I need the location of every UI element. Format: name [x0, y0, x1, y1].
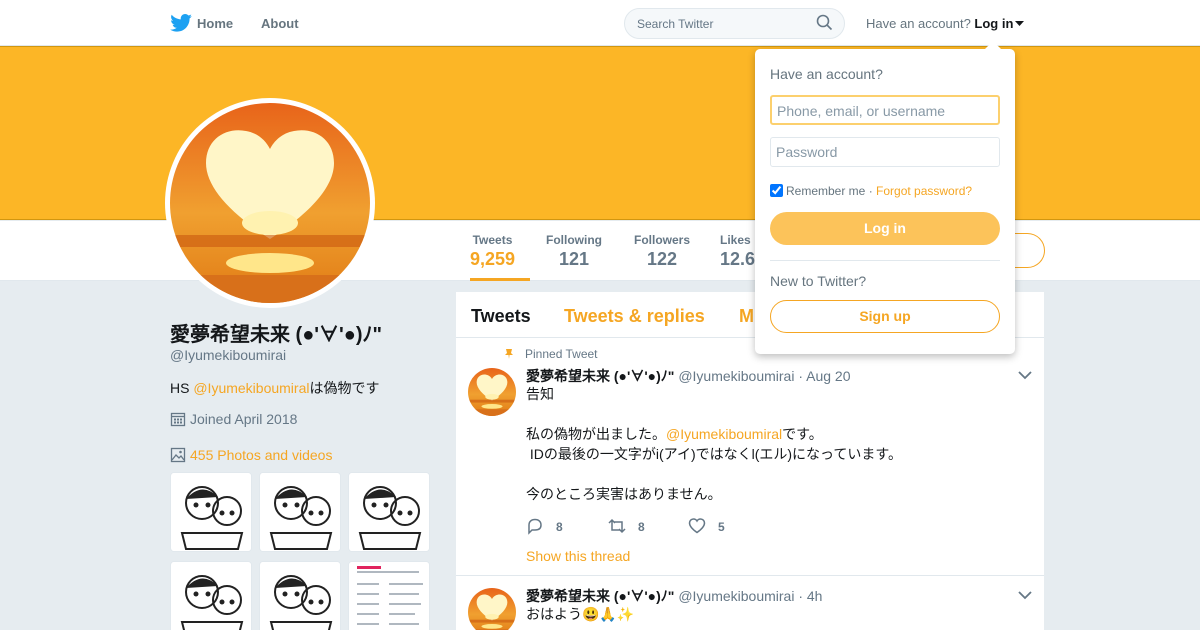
like-count: 5: [718, 520, 725, 534]
tweet-date[interactable]: · 4h: [798, 588, 822, 604]
tweet-line: 告知: [526, 386, 554, 402]
tweet-author-name[interactable]: 愛夢希望未来 (●'∀'●)ﾉ": [526, 588, 674, 604]
manga-image: [171, 562, 252, 630]
pin-icon: [505, 349, 513, 359]
tweet-text: 告知 私の偽物が出ました。@Iyumekiboumiralです。 IDの最後の一…: [526, 384, 902, 504]
joined-text: Joined April 2018: [190, 411, 298, 427]
search-input[interactable]: Search Twitter: [624, 8, 845, 39]
chevron-down-icon[interactable]: [1018, 370, 1032, 380]
pinned-label: Pinned Tweet: [525, 347, 598, 361]
document-image: [349, 562, 429, 630]
tweet-header: 愛夢希望未来 (●'∀'●)ﾉ" @Iyumekiboumirai · 4h: [526, 586, 822, 606]
reply-button[interactable]: 8: [526, 517, 563, 535]
nav-home[interactable]: Home: [197, 16, 233, 31]
reply-count: 8: [556, 520, 563, 534]
heart-icon: [688, 518, 706, 534]
tab-tweets[interactable]: Tweets: [471, 306, 531, 327]
stat-following[interactable]: Following 121: [544, 233, 604, 270]
photo-thumbnail[interactable]: [348, 561, 430, 630]
login-button[interactable]: Log in: [770, 212, 1000, 245]
chevron-down-icon[interactable]: [1018, 590, 1032, 600]
photo-thumbnail[interactable]: [170, 472, 252, 552]
show-thread-link[interactable]: Show this thread: [526, 548, 630, 564]
nav-about[interactable]: About: [261, 16, 299, 31]
image-icon: [170, 447, 186, 463]
account-prompt: Have an account? Log in: [866, 16, 1025, 31]
stat-followers[interactable]: Followers 122: [632, 233, 692, 270]
stat-label: Followers: [633, 233, 690, 247]
retweet-count: 8: [638, 520, 645, 534]
login-link-label: Log in: [974, 16, 1014, 31]
remember-label[interactable]: Remember me: [786, 184, 865, 198]
tab-media[interactable]: M: [739, 306, 754, 327]
new-to-twitter-text: New to Twitter?: [770, 273, 867, 289]
tweet-line: IDの最後の一文字がi(アイ)ではなくl(エル)になっています。: [526, 446, 902, 462]
stat-value: 9,259: [470, 249, 516, 269]
manga-image: [260, 562, 341, 630]
bio-mention-link[interactable]: @Iyumekiboumiral: [193, 380, 309, 396]
caret-down-icon: [1015, 21, 1025, 26]
avatar-image: [170, 103, 370, 303]
avatar-image: [468, 588, 516, 630]
divider: [456, 575, 1044, 576]
tweet-line: 今のところ実害はありません。: [526, 486, 722, 502]
twitter-bird-icon[interactable]: [170, 14, 192, 32]
login-menu-toggle[interactable]: Log in: [974, 16, 1025, 31]
tweet-mention-link[interactable]: @Iyumekiboumiral: [666, 426, 782, 442]
separator: ·: [865, 184, 877, 198]
tweet-text: おはよう😃🙏✨: [526, 606, 635, 622]
tab-tweets-and-replies[interactable]: Tweets & replies: [564, 306, 705, 327]
photos-link[interactable]: 455 Photos and videos: [170, 447, 332, 463]
photo-thumbnail[interactable]: [259, 472, 341, 552]
retweet-icon: [608, 518, 626, 534]
tweet-avatar[interactable]: [468, 588, 516, 630]
photos-label: 455 Photos and videos: [190, 447, 333, 463]
profile-bio: HS @Iyumekiboumiralは偽物です: [170, 378, 379, 398]
tweet-author-name[interactable]: 愛夢希望未来 (●'∀'●)ﾉ": [526, 368, 674, 384]
forgot-password-link[interactable]: Forgot password?: [876, 184, 972, 198]
stat-label: Following: [546, 233, 602, 247]
active-stat-indicator: [470, 278, 530, 281]
tweet-line-suffix: です。: [782, 426, 823, 442]
profile-name: 愛夢希望未来 (●'∀'●)ﾉ": [170, 324, 383, 346]
manga-image: [260, 473, 341, 552]
tweet-date[interactable]: · Aug 20: [798, 368, 850, 384]
reply-icon: [528, 518, 542, 535]
manga-image: [171, 473, 252, 552]
avatar-image: [468, 368, 516, 416]
photo-thumbnail[interactable]: [170, 561, 252, 630]
tweet-header: 愛夢希望未来 (●'∀'●)ﾉ" @Iyumekiboumirai · Aug …: [526, 366, 851, 386]
tweet-avatar[interactable]: [468, 368, 516, 416]
retweet-button[interactable]: 8: [608, 517, 645, 535]
remember-row: Remember me · Forgot password?: [770, 184, 972, 198]
have-account-text: Have an account?: [866, 16, 971, 31]
tweet-line: 私の偽物が出ました。: [526, 426, 666, 442]
dropdown-title: Have an account?: [770, 66, 883, 82]
like-button[interactable]: 5: [688, 517, 725, 535]
profile-handle[interactable]: @Iyumekiboumirai: [170, 347, 286, 363]
photo-thumbnail[interactable]: [259, 561, 341, 630]
search-icon[interactable]: [816, 14, 833, 31]
login-dropdown: Have an account? Phone, email, or userna…: [755, 41, 1015, 354]
remember-checkbox[interactable]: [770, 184, 783, 197]
manga-image: [349, 473, 430, 552]
profile-avatar[interactable]: [165, 98, 375, 308]
username-field[interactable]: Phone, email, or username: [770, 95, 1000, 125]
stat-label: Tweets: [472, 233, 513, 247]
stat-tweets[interactable]: Tweets 9,259: [470, 233, 515, 270]
photo-thumbnail[interactable]: [348, 472, 430, 552]
tweet-author-handle[interactable]: @Iyumekiboumirai: [678, 588, 794, 604]
stat-value: 121: [558, 249, 590, 269]
bio-prefix: HS: [170, 380, 194, 396]
joined-date: Joined April 2018: [170, 411, 297, 427]
calendar-icon: [170, 412, 186, 427]
stat-value: 122: [646, 249, 678, 269]
tweet-author-handle[interactable]: @Iyumekiboumirai: [678, 368, 794, 384]
password-field[interactable]: Password: [770, 137, 1000, 167]
bio-suffix: は偽物です: [309, 380, 380, 396]
signup-button[interactable]: Sign up: [770, 300, 1000, 333]
divider: [770, 260, 1000, 261]
top-navigation-bar: Home About Search Twitter Have an accoun…: [0, 0, 1200, 46]
